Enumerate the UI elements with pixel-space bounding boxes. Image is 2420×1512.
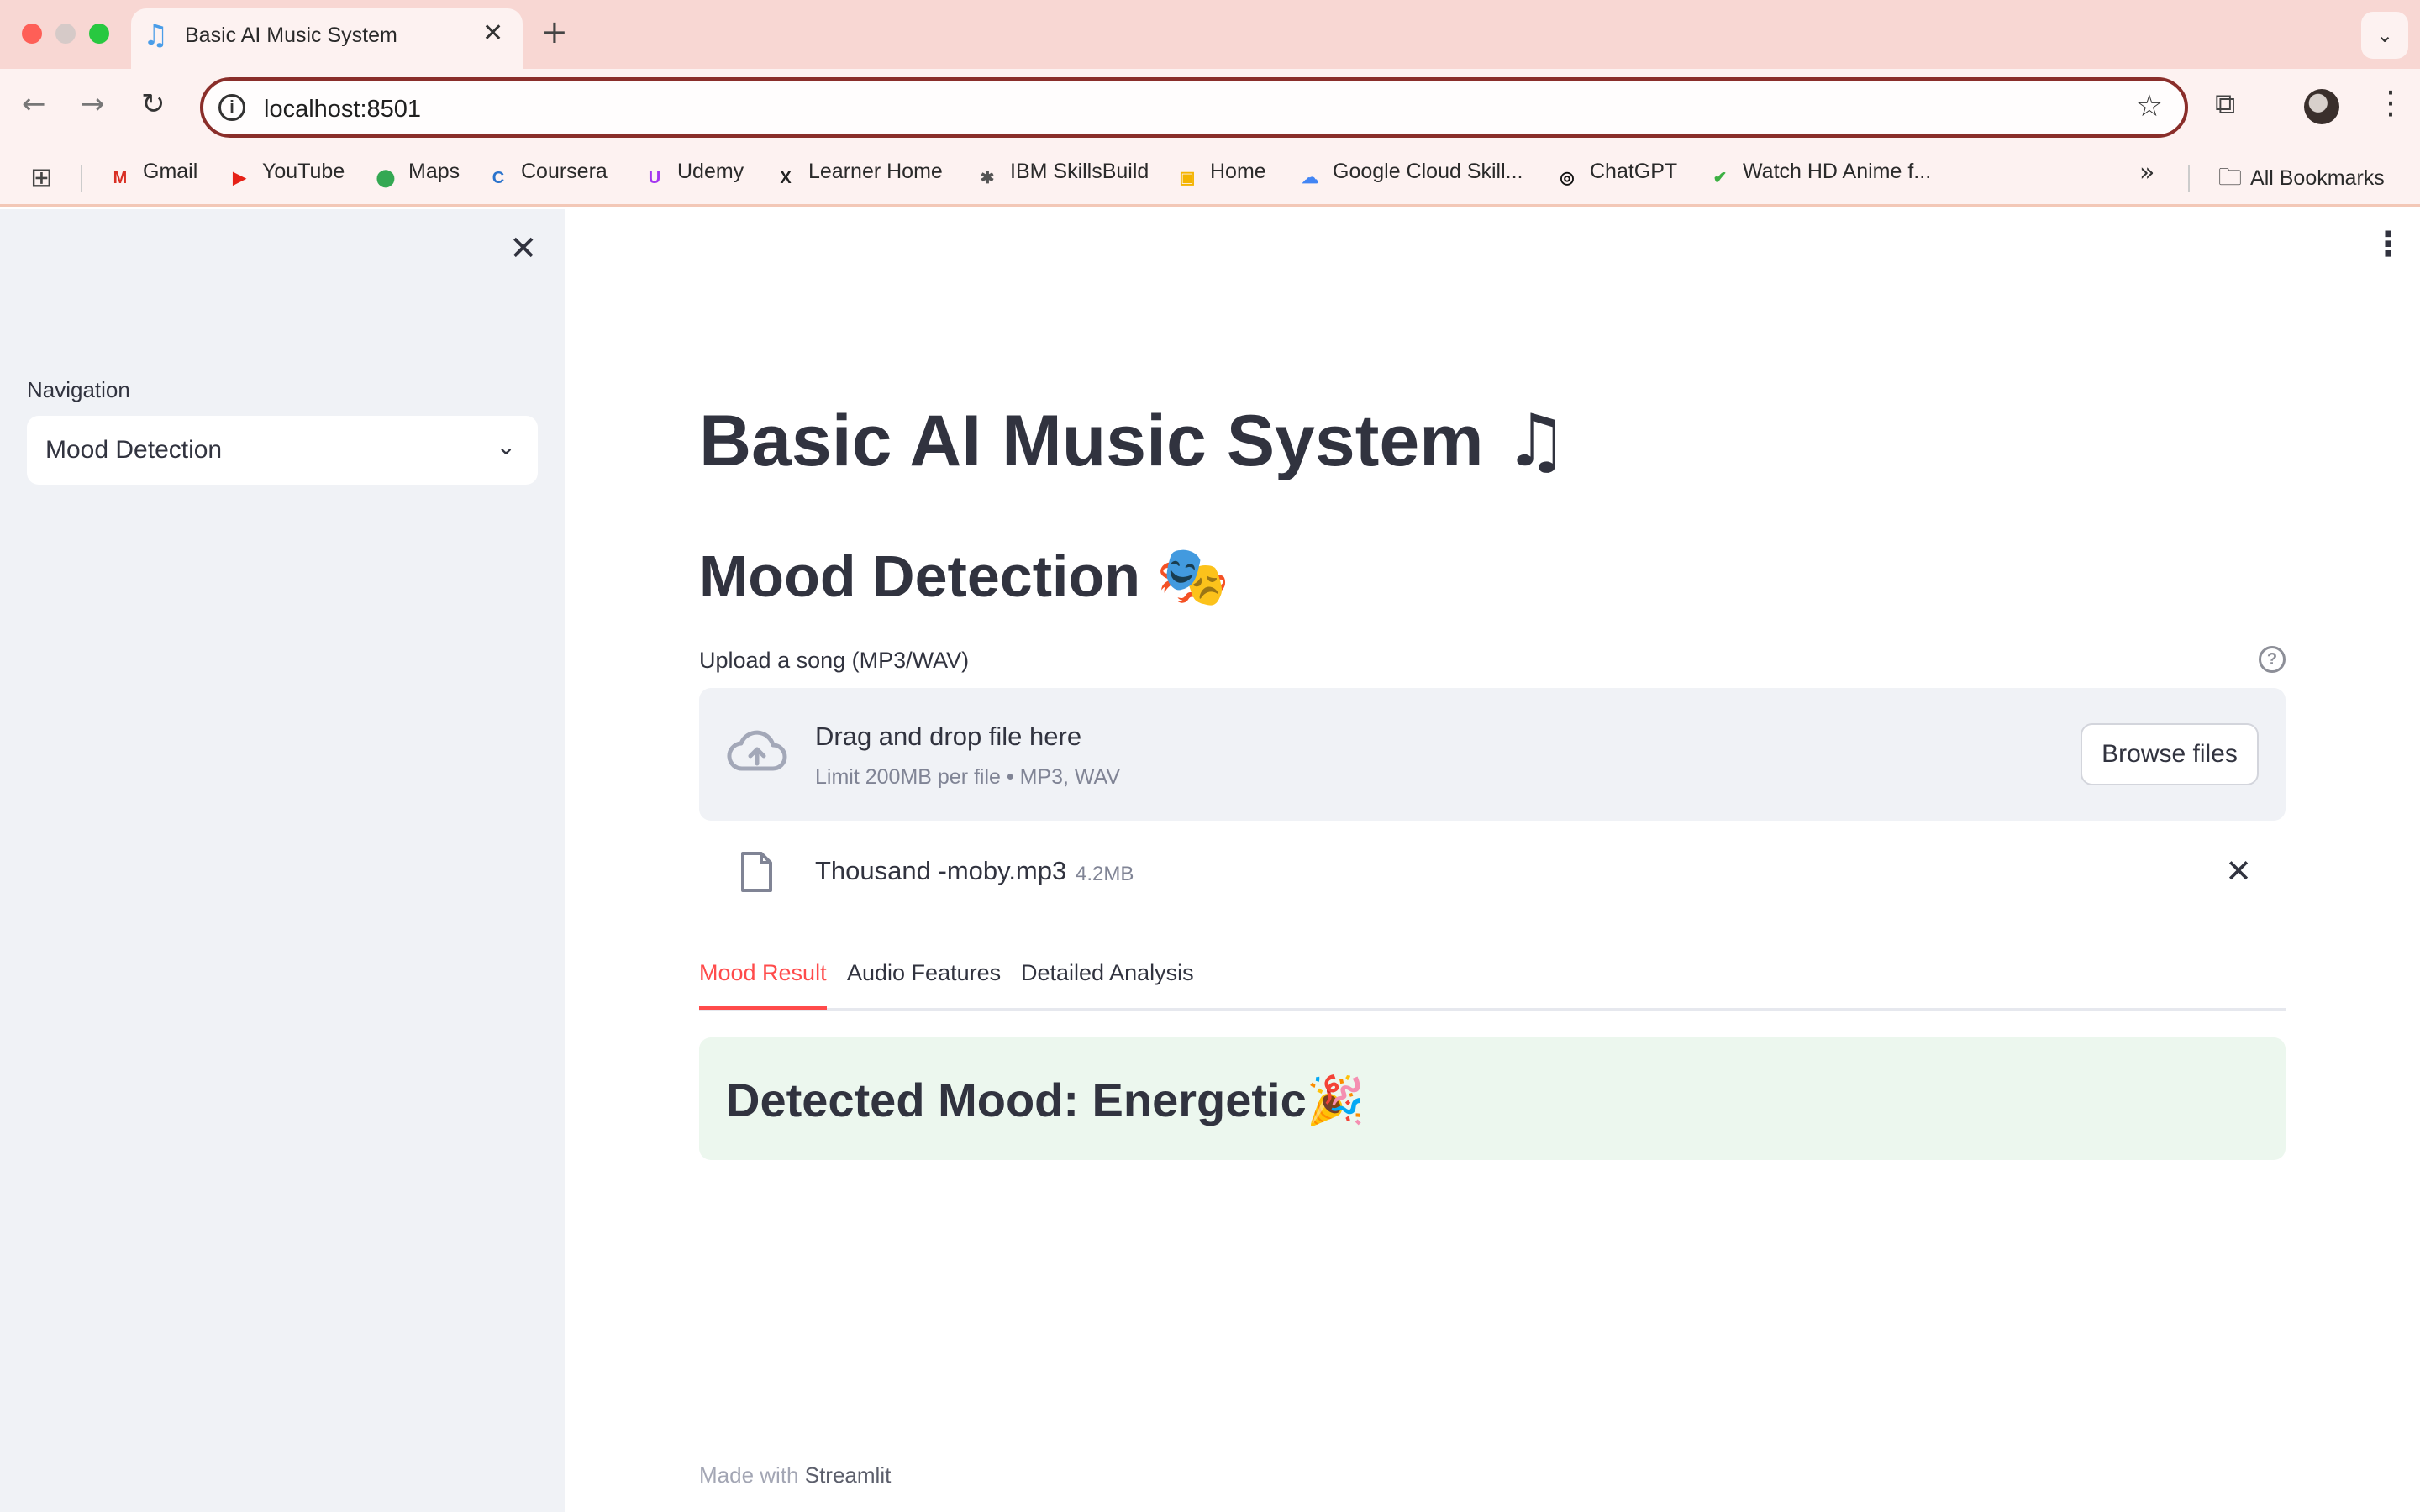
dropzone-title: Drag and drop file here — [815, 722, 1082, 751]
bookmark-label: Coursera — [521, 160, 608, 183]
bookmark-label: Google Cloud Skill... — [1333, 160, 1523, 183]
maps-icon: ⬤ — [376, 169, 396, 187]
remove-file-icon[interactable]: ✕ — [2225, 853, 2252, 890]
result-tabs: Mood Result Audio Features Detailed Anal… — [699, 953, 2286, 1011]
tab-mood-result[interactable]: Mood Result — [699, 960, 827, 1010]
detected-mood-text: Detected Mood: Energetic — [726, 1074, 1307, 1126]
udemy-icon: U — [648, 169, 661, 187]
maximize-window-button[interactable] — [89, 24, 109, 44]
file-dropzone[interactable]: Drag and drop file here Limit 200MB per … — [699, 688, 2286, 821]
bookmark-youtube[interactable]: ▶ YouTube — [227, 160, 345, 191]
section-title: Mood Detection 🎭 — [699, 542, 1230, 612]
minimize-window-button[interactable] — [55, 24, 76, 44]
url-text[interactable]: localhost:8501 — [264, 96, 421, 123]
footer-prefix: Made with — [699, 1462, 799, 1488]
all-bookmarks-label: All Bookmarks — [2250, 166, 2385, 190]
chevron-down-icon: ⌄ — [496, 433, 516, 460]
reload-icon[interactable]: ↻ — [141, 87, 166, 121]
bookmarks-divider — [2188, 165, 2190, 192]
bookmark-ibm-skillsbuild[interactable]: ✱ IBM SkillsBuild — [975, 160, 1150, 191]
bookmarks-bar: ⊞ M Gmail ▶ YouTube ⬤ Maps C Coursera U Udemy X Lea… — [0, 148, 2420, 207]
theater-masks-icon: 🎭 — [1156, 542, 1230, 611]
bookmark-udemy[interactable]: U Udemy — [642, 160, 744, 191]
new-tab-icon[interactable]: + — [541, 13, 568, 50]
coursera-icon: C — [492, 169, 505, 187]
upload-label: Upload a song (MP3/WAV) — [699, 648, 970, 673]
sidebar-close-icon[interactable]: ✕ — [509, 229, 538, 268]
navigation-selected-value: Mood Detection — [45, 436, 223, 464]
bookmark-label: YouTube — [262, 160, 345, 183]
page-title: Basic AI Music System ♫ — [699, 399, 1569, 483]
edx-icon: X — [780, 169, 792, 187]
youtube-icon: ▶ — [233, 169, 246, 187]
bookmark-label: Gmail — [143, 160, 198, 183]
help-question-icon[interactable]: ? — [2259, 646, 2286, 673]
tab-audio-features[interactable]: Audio Features — [847, 960, 1001, 1006]
forward-arrow-icon[interactable]: → — [81, 87, 105, 121]
bookmark-learner-home[interactable]: X Learner Home — [773, 160, 943, 191]
bookmark-chatgpt[interactable]: ◎ ChatGPT — [1555, 160, 1677, 191]
party-popper-icon: 🎉 — [1306, 1074, 1365, 1128]
file-icon — [741, 852, 772, 892]
classroom-icon: ▣ — [1179, 169, 1196, 187]
chatgpt-icon: ◎ — [1560, 169, 1575, 187]
bookmark-google-cloud-skill[interactable]: ☁ Google Cloud Skill... — [1297, 160, 1523, 191]
cloud-upload-icon — [727, 730, 787, 771]
app-menu-kebab-icon[interactable]: ⋮ — [2371, 225, 2405, 264]
bookmark-label: Udemy — [677, 160, 744, 183]
tab-search-chevron-icon[interactable]: ⌄ — [2361, 12, 2408, 59]
sidebar: ✕ Navigation Mood Detection ⌄ — [0, 209, 565, 1512]
close-window-button[interactable] — [22, 24, 42, 44]
browser-menu-kebab-icon[interactable]: ⋮ — [2375, 84, 2407, 121]
mood-result-alert: Detected Mood: Energetic🎉 — [699, 1037, 2286, 1160]
page-title-text: Basic AI Music System — [699, 401, 1484, 481]
tab-detailed-analysis[interactable]: Detailed Analysis — [1021, 960, 1194, 1006]
streamlit-link[interactable]: Streamlit — [805, 1462, 892, 1488]
browser-tabstrip: ♫ Basic AI Music System ✕ + ⌄ — [0, 0, 2420, 69]
dropzone-limit: Limit 200MB per file • MP3, WAV — [815, 765, 1121, 789]
browser-toolbar: ← → ↻ i localhost:8501 ☆ ⧉ ⋮ — [0, 69, 2420, 148]
google-cloud-icon: ☁ — [1302, 169, 1318, 187]
bookmark-home[interactable]: ▣ Home — [1175, 160, 1266, 191]
uploaded-file-name: Thousand -moby.mp3 — [815, 856, 1067, 885]
site-info-icon[interactable]: i — [218, 94, 245, 121]
bookmark-label: Watch HD Anime f... — [1743, 160, 1932, 183]
bookmark-gmail[interactable]: M Gmail — [108, 160, 198, 191]
ibm-icon: ✱ — [980, 169, 995, 187]
browse-files-button[interactable]: Browse files — [2081, 723, 2259, 785]
back-arrow-icon[interactable]: ← — [22, 87, 46, 121]
profile-avatar[interactable] — [2304, 89, 2339, 124]
bookmark-label: Learner Home — [808, 160, 943, 183]
bookmark-label: Maps — [408, 160, 460, 183]
gmail-icon: M — [113, 169, 128, 187]
bookmark-coursera[interactable]: C Coursera — [486, 160, 608, 191]
extensions-puzzle-icon[interactable]: ⧉ — [2215, 87, 2235, 121]
bookmark-label: IBM SkillsBuild — [1010, 160, 1150, 183]
bookmark-label: Home — [1210, 160, 1266, 183]
uploaded-file-row: Thousand -moby.mp3 4.2MB ✕ — [699, 844, 2286, 911]
tab-title: Basic AI Music System — [185, 24, 397, 47]
browser-tab-active[interactable]: ♫ Basic AI Music System ✕ — [131, 8, 523, 69]
bookmark-label: ChatGPT — [1590, 160, 1678, 183]
footer: Made with Streamlit — [699, 1462, 891, 1488]
anime-icon: ✔ — [1712, 169, 1728, 187]
bookmark-star-icon[interactable]: ☆ — [2136, 89, 2163, 123]
folder-icon: 🗀 — [2218, 163, 2243, 191]
bookmarks-divider — [81, 165, 82, 192]
uploaded-file-size: 4.2MB — [1076, 863, 1134, 885]
navigation-label: Navigation — [27, 377, 130, 402]
section-title-text: Mood Detection — [699, 543, 1140, 609]
more-bookmarks-chevron-icon[interactable]: » — [2139, 158, 2154, 187]
detected-mood-heading: Detected Mood: Energetic🎉 — [726, 1073, 1365, 1128]
tab-close-icon[interactable]: ✕ — [482, 18, 503, 48]
music-note-icon: ♫ — [143, 18, 169, 52]
address-bar[interactable]: i localhost:8501 ☆ — [200, 77, 2188, 138]
all-bookmarks-button[interactable]: 🗀 All Bookmarks — [2218, 160, 2385, 200]
navigation-select[interactable]: Mood Detection ⌄ — [27, 416, 538, 485]
apps-grid-icon[interactable]: ⊞ — [30, 161, 53, 193]
bookmark-watch-hd-anime-f[interactable]: ✔ Watch HD Anime f... — [1707, 160, 1932, 191]
music-note-icon: ♫ — [1503, 399, 1569, 483]
bookmark-maps[interactable]: ⬤ Maps — [373, 160, 460, 191]
